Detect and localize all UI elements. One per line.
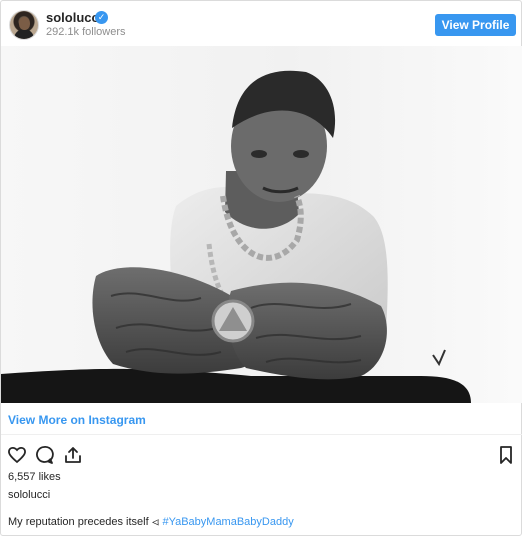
heart-icon[interactable] — [7, 445, 27, 465]
view-profile-button[interactable]: View Profile — [435, 14, 516, 36]
follower-count: 292.1k followers — [46, 26, 126, 38]
post-caption: My reputation precedes itself ⏿ #YaBabyM… — [8, 516, 294, 529]
post-photo[interactable] — [1, 46, 522, 403]
avatar-face — [19, 17, 30, 30]
post-owner-name[interactable]: sololucci — [8, 489, 50, 501]
avatar-body — [14, 29, 34, 39]
verified-badge-icon: ✓ — [95, 11, 108, 24]
caption-hashtag-link[interactable]: #YaBabyMamaBabyDaddy — [162, 516, 293, 528]
bookmark-icon[interactable] — [496, 445, 516, 465]
portrait-illustration — [1, 46, 522, 403]
comment-icon[interactable] — [34, 445, 54, 465]
caption-text: My reputation precedes itself ⏿ — [8, 516, 163, 528]
avatar[interactable] — [9, 10, 39, 40]
share-icon[interactable] — [63, 445, 83, 465]
post-header: sololucci ✓ 292.1k followers View Profil… — [1, 1, 521, 47]
divider — [1, 434, 522, 435]
view-more-on-instagram-link[interactable]: View More on Instagram — [8, 413, 146, 427]
username[interactable]: sololucci — [46, 10, 102, 25]
instagram-embed-card: sololucci ✓ 292.1k followers View Profil… — [0, 0, 522, 536]
like-count: 6,557 likes — [8, 471, 61, 483]
